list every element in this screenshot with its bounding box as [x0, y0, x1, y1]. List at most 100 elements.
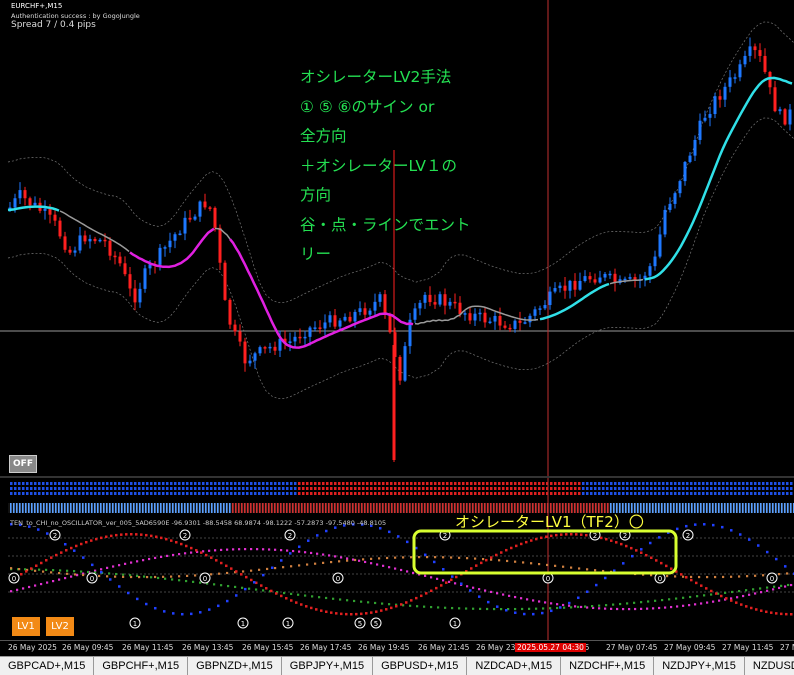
trend-bar-dot — [742, 492, 745, 495]
trend-bar-dot — [134, 482, 137, 485]
trend-bar-dot — [122, 482, 125, 485]
trend-stripe — [448, 503, 450, 513]
symbol-tab[interactable]: GBPCHF+,M15 — [94, 657, 189, 675]
osc-dot-red — [370, 611, 373, 614]
main-chart[interactable]: EURCHF+,M15 Authentication success : by … — [0, 0, 794, 476]
trend-stripe — [103, 503, 105, 513]
osc-dot-orange — [274, 566, 277, 570]
osc-dot-magenta — [406, 570, 409, 573]
osc-dot-green — [647, 600, 650, 603]
osc-dot-green — [346, 599, 349, 602]
trend-bar-dot — [426, 482, 429, 485]
trend-bar-dot — [526, 487, 529, 490]
oscillator-panel[interactable]: 02012012105521022020 TEN_to_CHI_no_OSCIL… — [0, 478, 794, 640]
trend-stripe — [229, 503, 231, 513]
osc-dot-orange — [482, 557, 485, 561]
trend-bar-dot — [402, 492, 405, 495]
osc-dot-orange — [250, 569, 253, 572]
osc-dot-blue — [325, 529, 328, 533]
trend-bar-dot — [146, 487, 149, 490]
osc-dot-orange — [466, 557, 469, 560]
trend-stripe — [388, 503, 390, 513]
osc-dot-green — [52, 569, 55, 572]
osc-dot-red — [235, 570, 238, 573]
trend-stripe — [433, 503, 435, 513]
trend-stripe — [67, 503, 69, 513]
trend-bar-dot — [738, 487, 741, 490]
symbol-tab[interactable]: NZDJPY+,M15 — [654, 657, 745, 675]
osc-dot-magenta — [358, 559, 361, 562]
osc-dot-orange — [706, 575, 709, 579]
trend-bar-dot — [566, 487, 569, 490]
osc-dot-magenta — [334, 555, 337, 558]
osc-dot-green — [416, 605, 419, 608]
bull-candle — [628, 277, 632, 279]
trend-bar-dot — [502, 492, 505, 495]
trend-bar-dot — [674, 487, 677, 490]
trend-bar-dot — [554, 487, 557, 490]
osc-dot-magenta — [562, 603, 565, 607]
osc-dot-blue — [145, 602, 148, 606]
symbol-tab[interactable]: GBPCAD+,M15 — [0, 657, 95, 675]
lv2-button[interactable]: LV2 — [46, 617, 74, 636]
osc-dot-blue — [127, 591, 130, 595]
trend-stripe — [355, 503, 357, 513]
trend-stripe — [151, 503, 153, 513]
osc-dot-blue — [244, 587, 247, 591]
trend-stripe — [148, 503, 150, 513]
osc-dot-red — [665, 564, 668, 568]
bear-candle — [753, 46, 757, 51]
osc-dot-red — [310, 606, 313, 610]
osc-dot-green — [227, 584, 230, 588]
trend-bar-dot — [734, 482, 737, 485]
trend-stripe — [142, 503, 144, 513]
trend-bar-dot — [570, 482, 573, 485]
trend-stripe — [352, 503, 354, 513]
trend-bar-dot — [490, 482, 493, 485]
osc-dot-green — [108, 572, 111, 575]
trend-bar-dot — [586, 487, 589, 490]
bull-candle — [293, 336, 297, 342]
trend-bar-dot — [782, 482, 785, 485]
osc-dot-orange — [418, 556, 421, 559]
symbol-tab[interactable]: GBPUSD+,M15 — [373, 657, 468, 675]
trend-bar-dot — [586, 492, 589, 495]
osc-dot-red — [95, 537, 98, 541]
osc-dot-blue — [685, 524, 688, 528]
osc-dot-green — [192, 580, 195, 583]
trend-bar-dot — [750, 487, 753, 490]
trend-bar-dot — [362, 487, 365, 490]
symbol-tab[interactable]: GBPJPY+,M15 — [282, 657, 374, 675]
trend-bar-dot — [94, 487, 97, 490]
osc-dot-green — [500, 607, 503, 611]
osc-dot-orange — [578, 567, 581, 570]
symbol-tab[interactable]: GBPNZD+,M15 — [188, 657, 282, 675]
trend-bar-dot — [438, 487, 441, 490]
off-button[interactable]: OFF — [9, 455, 37, 473]
symbol-tab[interactable]: NZDUSD+,M1 — [745, 657, 794, 675]
trend-bar-dot — [210, 482, 213, 485]
symbol-tab[interactable]: NZDCAD+,M15 — [467, 657, 562, 675]
trend-bar-dot — [642, 492, 645, 495]
trend-stripe — [19, 503, 21, 513]
trend-bar-dot — [498, 487, 501, 490]
trend-bar-dot — [58, 482, 61, 485]
trend-bar-dot — [50, 487, 53, 490]
osc-dot-blue — [469, 589, 472, 592]
osc-dot-red — [410, 599, 413, 602]
lv1-button[interactable]: LV1 — [12, 617, 40, 636]
symbol-tab[interactable]: NZDCHF+,M15 — [561, 657, 655, 675]
bull-candle — [33, 202, 37, 206]
bull-candle — [698, 120, 702, 140]
trend-bar-dot — [278, 482, 281, 485]
osc-dot-blue — [118, 585, 121, 588]
trend-bar-dot — [530, 482, 533, 485]
trend-bar-dot — [66, 482, 69, 485]
osc-dot-green — [451, 606, 454, 610]
osc-dot-magenta — [700, 602, 703, 605]
oscillator-canvas[interactable]: 02012012105 52102 2020 — [0, 478, 794, 640]
trend-bar-dot — [82, 482, 85, 485]
trend-bar-dot — [306, 492, 309, 495]
osc-dot-blue — [217, 604, 220, 608]
trend-bar-dot — [186, 487, 189, 490]
